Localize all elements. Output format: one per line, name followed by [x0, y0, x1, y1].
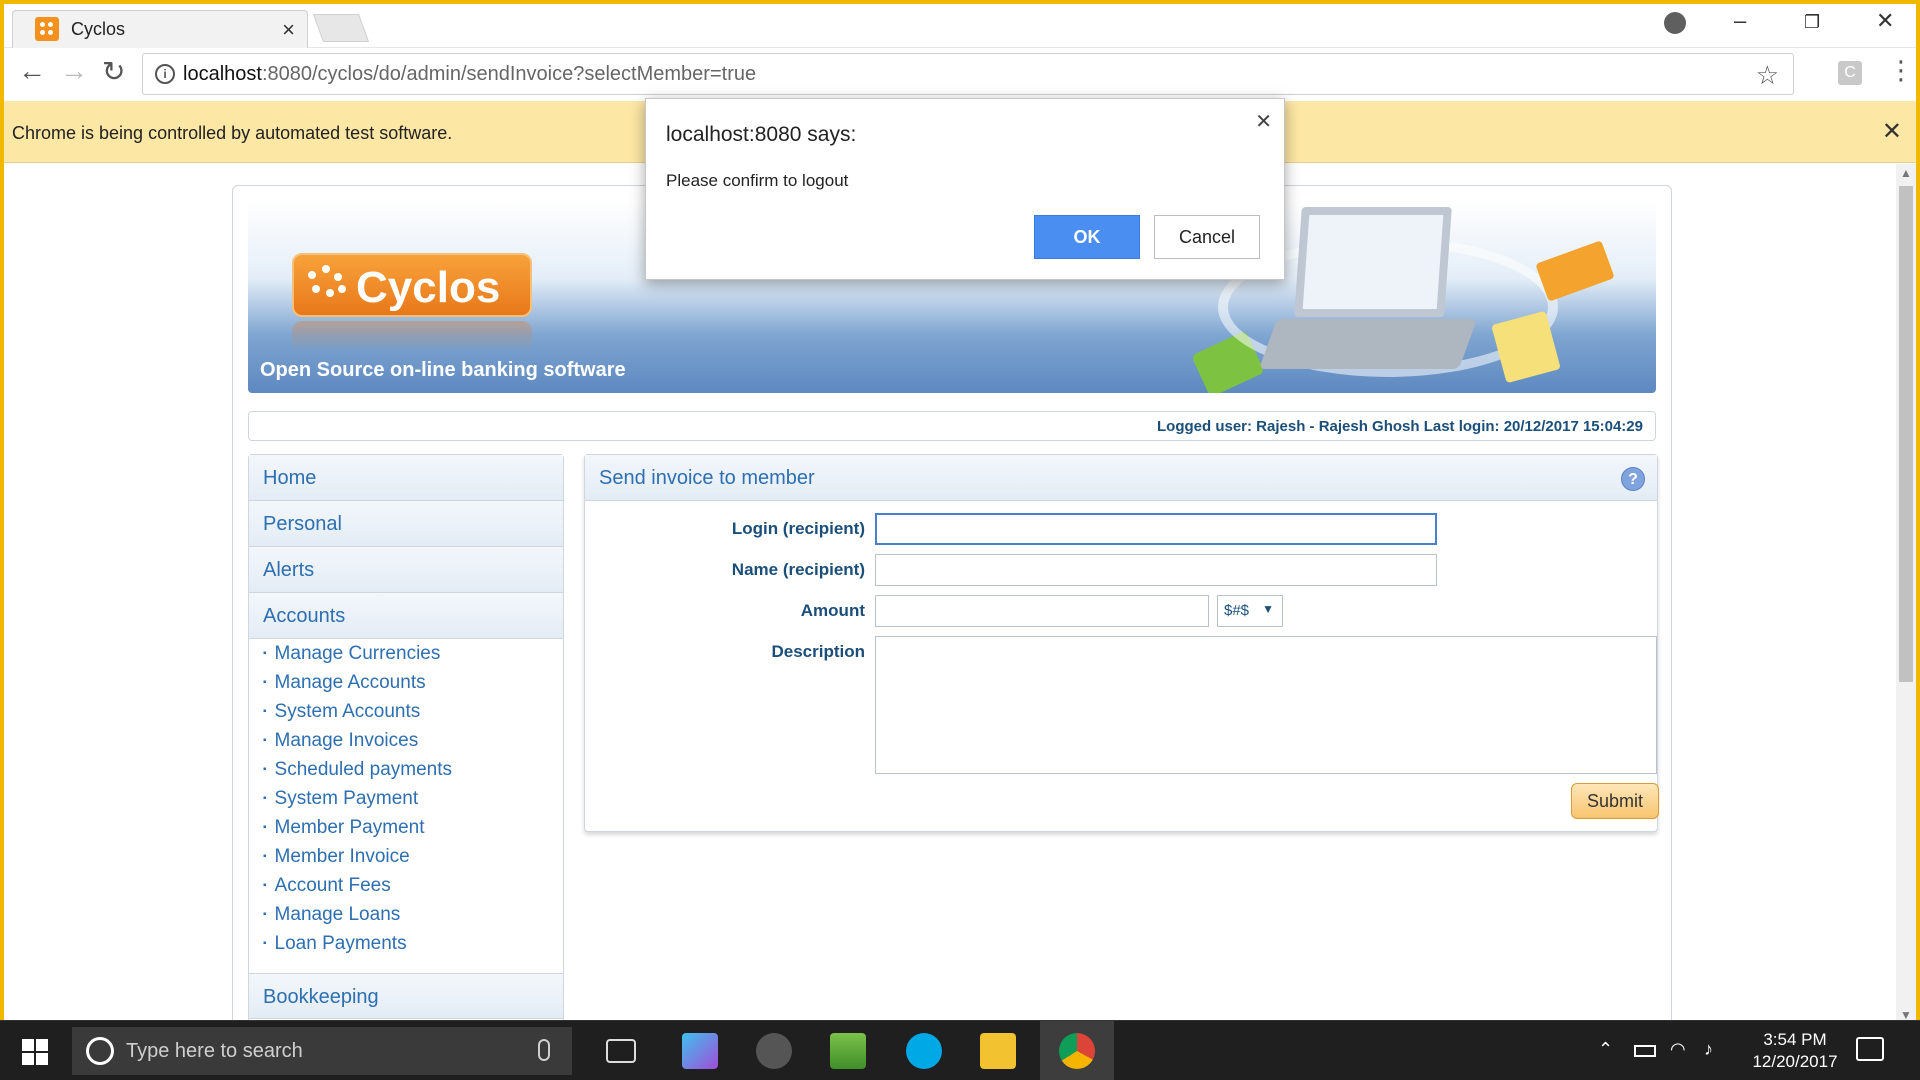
submenu-account-fees[interactable]: Account Fees [263, 875, 391, 897]
confirm-dialog: localhost:8080 says: ✕ Please confirm to… [645, 98, 1285, 280]
description-textarea[interactable] [875, 636, 1657, 774]
amount-input[interactable] [875, 595, 1209, 627]
reload-icon[interactable]: ↻ [102, 55, 125, 88]
menu-item-home[interactable]: Home [249, 455, 563, 501]
logged-user-bar: Logged user: Rajesh - Rajesh Ghosh Last … [248, 411, 1656, 441]
bookmark-star-icon[interactable]: ☆ [1756, 60, 1779, 91]
logo-reflection [292, 321, 532, 351]
submenu-member-invoice[interactable]: Member Invoice [263, 846, 410, 868]
back-arrow-icon[interactable]: ← [18, 55, 46, 87]
help-icon[interactable]: ? [1621, 467, 1645, 491]
infobar-close-icon[interactable]: ✕ [1882, 117, 1902, 146]
windows-start-icon[interactable] [22, 1039, 48, 1065]
taskbar-clock[interactable]: 3:54 PM 12/20/2017 [1740, 1029, 1850, 1073]
dialog-close-icon[interactable]: ✕ [1255, 109, 1272, 134]
send-invoice-panel: Send invoice to member ? Login (recipien… [584, 454, 1659, 832]
dialog-title: localhost:8080 says: [666, 123, 857, 146]
cortana-icon [86, 1037, 114, 1065]
infobar-message: Chrome is being controlled by automated … [12, 123, 453, 143]
chrome-taskbar-slot[interactable] [1040, 1021, 1114, 1080]
menu-item-personal[interactable]: Personal [249, 501, 563, 547]
submenu-manage-loans[interactable]: Manage Loans [263, 904, 401, 926]
wifi-icon[interactable]: ◠ [1670, 1039, 1686, 1060]
chrome-icon[interactable] [1059, 1033, 1095, 1069]
laptop-illustration [1218, 207, 1558, 387]
profile-icon[interactable] [1664, 12, 1686, 34]
submenu-system-payment[interactable]: System Payment [263, 788, 419, 810]
browser-window: Cyclos × – ❐ ✕ ← → ↻ i localhost:8080/cy… [0, 0, 1920, 1080]
image-editor-icon[interactable] [830, 1033, 866, 1069]
submenu-loan-payments[interactable]: Loan Payments [263, 933, 407, 955]
tab-close-icon[interactable]: × [282, 17, 295, 43]
menu-item-bookkeeping[interactable]: Bookkeeping [249, 973, 563, 1019]
chevron-down-icon: ▼ [1262, 602, 1274, 616]
url-text: localhost:8080/cyclos/do/admin/sendInvoi… [183, 63, 757, 85]
dialog-message: Please confirm to logout [666, 171, 849, 190]
side-menu: Home Personal Alerts Accounts Manage Cur… [248, 454, 564, 1024]
cards-illustration [1535, 240, 1615, 302]
amount-label: Amount [800, 601, 865, 620]
browser-toolbar: ← → ↻ i localhost:8080/cyclos/do/admin/s… [4, 49, 1916, 101]
clock-date: 12/20/2017 [1752, 1052, 1838, 1071]
submenu-scheduled-payments[interactable]: Scheduled payments [263, 759, 452, 781]
panel-title: Send invoice to member [599, 467, 815, 489]
submenu-member-payment[interactable]: Member Payment [263, 817, 425, 839]
cyclos-logo: Cyclos [292, 253, 532, 317]
description-label: Description [771, 642, 865, 661]
cancel-button[interactable]: Cancel [1154, 215, 1260, 259]
panel-header: Send invoice to member ? [585, 455, 1657, 501]
submenu-manage-invoices[interactable]: Manage Invoices [263, 730, 419, 752]
name-label: Name (recipient) [731, 560, 865, 579]
menu-item-accounts[interactable]: Accounts [249, 593, 563, 639]
app-cube-icon[interactable] [682, 1033, 718, 1069]
minimize-icon[interactable]: – [1734, 8, 1746, 34]
banner-tagline: Open Source on-line banking software [260, 359, 626, 381]
volume-icon[interactable]: ♪ [1704, 1039, 1713, 1060]
login-recipient-input[interactable] [875, 513, 1437, 545]
settings-gear-icon[interactable] [756, 1033, 792, 1069]
tray-chevron-up-icon[interactable]: ⌃ [1598, 1039, 1613, 1060]
skype-icon[interactable] [906, 1033, 942, 1069]
submenu-system-accounts[interactable]: System Accounts [263, 701, 421, 723]
chrome-menu-icon[interactable]: ⋮ [1888, 55, 1914, 86]
taskbar-search[interactable]: Type here to search [72, 1027, 572, 1075]
new-tab-button[interactable] [312, 14, 370, 42]
windows-taskbar: Type here to search ⌃ ◠ ♪ 3:54 PM 12/20/… [0, 1020, 1920, 1080]
scrollbar-thumb[interactable] [1899, 186, 1913, 682]
microphone-icon[interactable] [538, 1039, 550, 1061]
tab-title: Cyclos [71, 19, 126, 39]
battery-icon[interactable] [1634, 1045, 1656, 1057]
clock-time: 3:54 PM [1763, 1030, 1827, 1049]
cyclos-page: Cyclos Open Source on-line banking softw… [232, 185, 1672, 1025]
title-bar: Cyclos × – ❐ ✕ [4, 4, 1916, 48]
site-info-icon[interactable]: i [155, 64, 175, 84]
submenu-manage-accounts[interactable]: Manage Accounts [263, 672, 426, 694]
page-scrollbar[interactable]: ▲ ▼ [1896, 164, 1916, 1024]
ok-button[interactable]: OK [1034, 215, 1140, 259]
logged-user-info: Logged user: Rajesh - Rajesh Ghosh Last … [1157, 418, 1643, 435]
search-placeholder: Type here to search [126, 1040, 303, 1062]
file-explorer-icon[interactable] [980, 1033, 1016, 1069]
address-bar[interactable]: i localhost:8080/cyclos/do/admin/sendInv… [142, 53, 1794, 95]
submit-button[interactable]: Submit [1571, 783, 1659, 819]
extension-icon[interactable]: C [1838, 61, 1862, 85]
window-close-icon[interactable]: ✕ [1876, 8, 1894, 34]
currency-select[interactable]: $#$ ▼ [1217, 595, 1283, 627]
cyclos-favicon-icon [35, 17, 59, 41]
forward-arrow-icon[interactable]: → [60, 55, 88, 87]
login-label: Login (recipient) [731, 519, 865, 538]
task-view-icon[interactable] [606, 1039, 636, 1063]
name-recipient-input[interactable] [875, 554, 1437, 586]
action-center-icon[interactable] [1856, 1037, 1884, 1061]
browser-tab[interactable]: Cyclos × [12, 10, 308, 48]
scroll-up-icon[interactable]: ▲ [1900, 166, 1912, 180]
submenu-manage-currencies[interactable]: Manage Currencies [263, 643, 441, 665]
restore-icon[interactable]: ❐ [1804, 12, 1820, 33]
menu-item-alerts[interactable]: Alerts [249, 547, 563, 593]
